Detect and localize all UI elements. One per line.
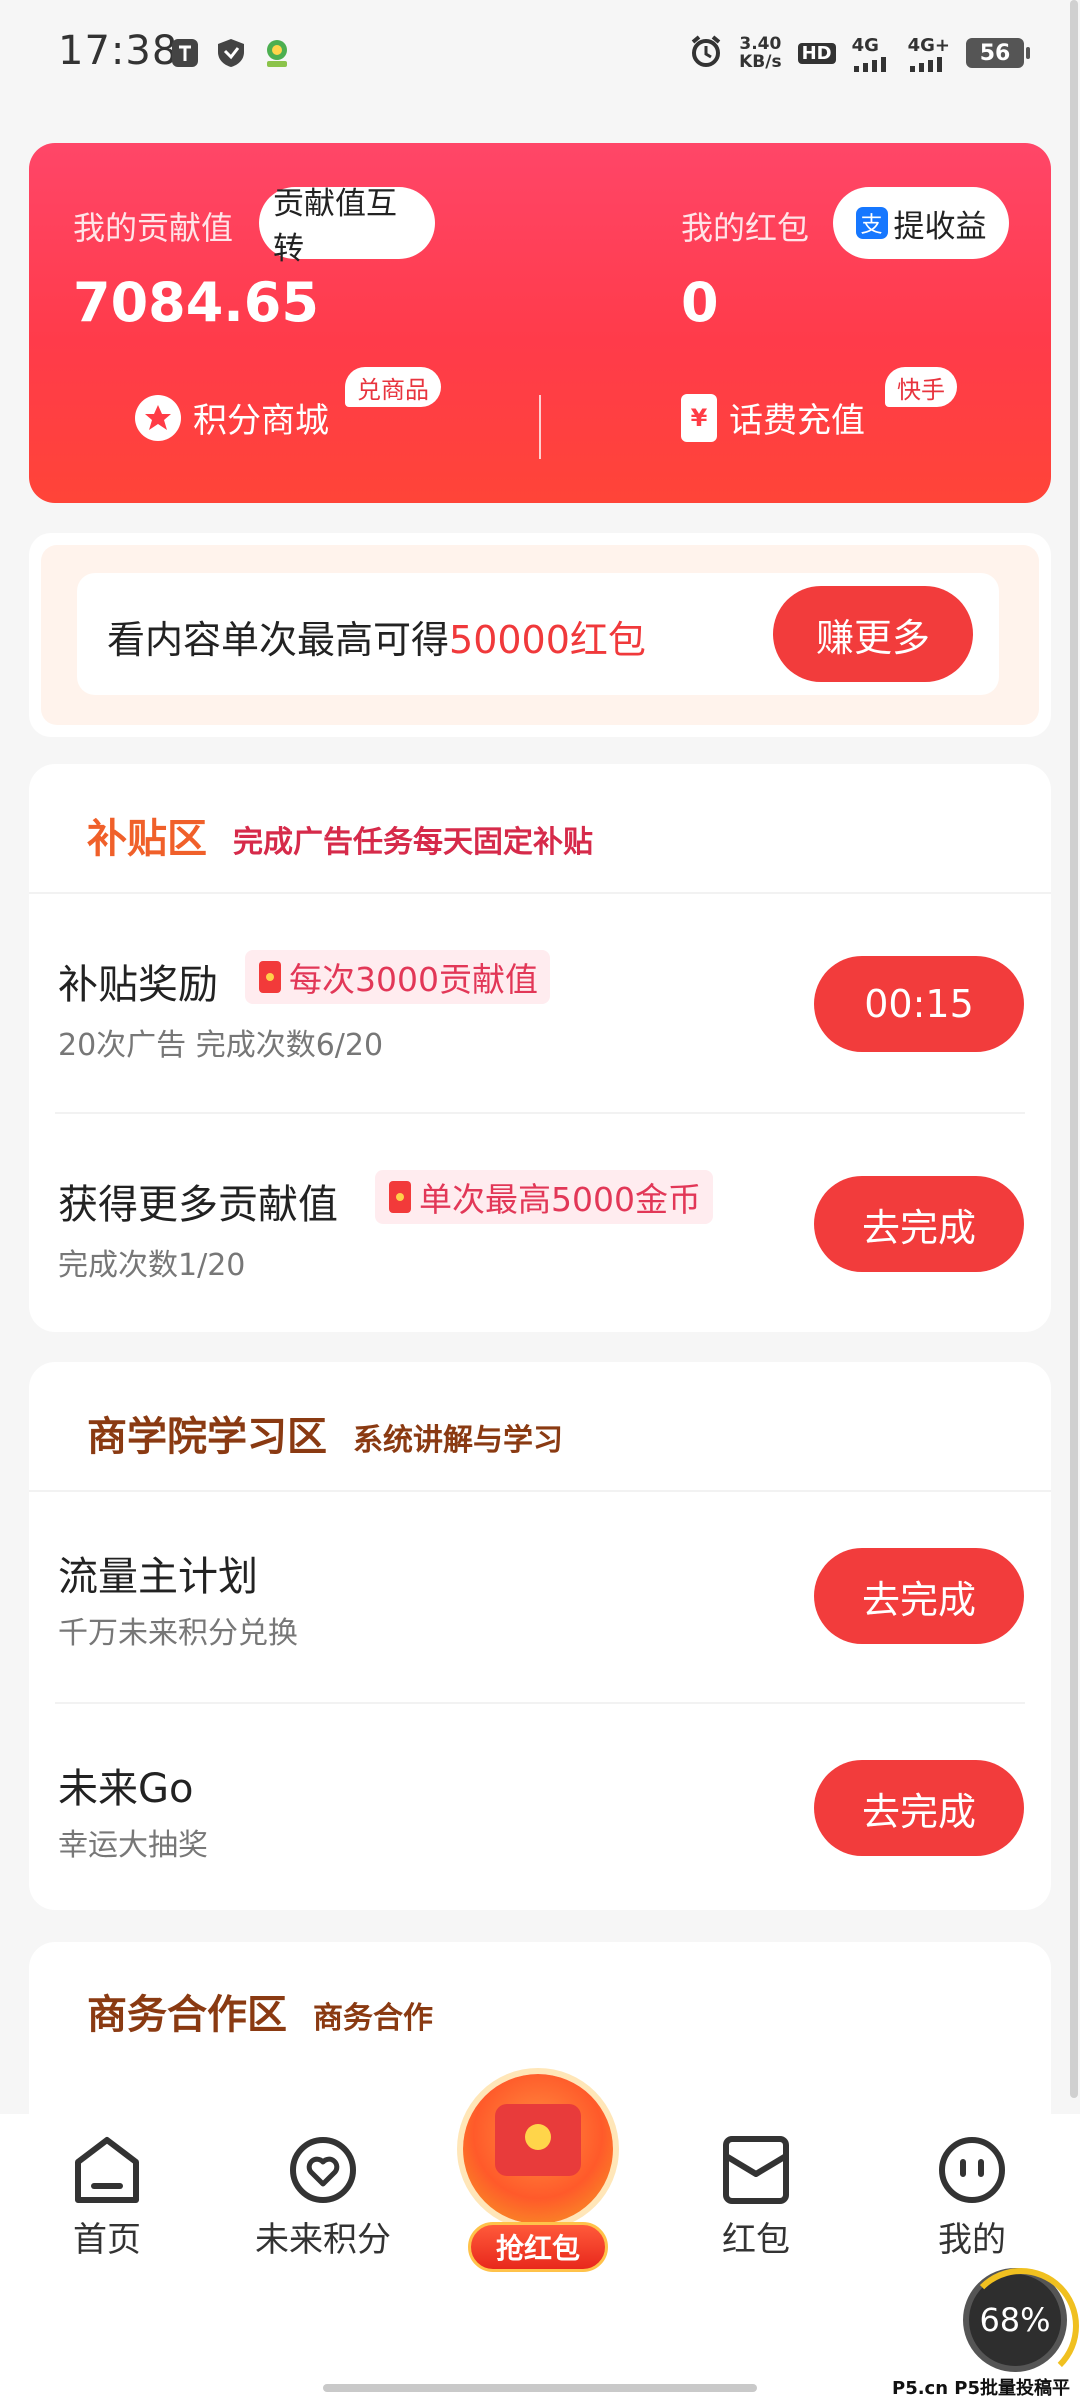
academy-section: 商学院学习区 系统讲解与学习 流量主计划 千万未来积分兑换 去完成 未来Go 幸… <box>29 1362 1051 1910</box>
net-speed-value: 3.40 <box>739 34 782 54</box>
heart-circle-icon <box>290 2137 356 2203</box>
home-indicator[interactable] <box>323 2384 757 2392</box>
points-mall-label: 积分商城 <box>193 401 329 441</box>
business-header: 商务合作区 商务合作 <box>87 1982 433 2040</box>
battery-icon: 56 <box>966 38 1030 68</box>
home-icon <box>75 2137 139 2203</box>
nav-home[interactable]: 首页 <box>7 2134 207 2261</box>
task-desc: 20次广告 完成次数6/20 <box>58 1028 384 1063</box>
status-time: 17:38 <box>58 28 179 74</box>
divider <box>29 1490 1051 1492</box>
promo-banner: 看内容单次最高可得50000红包 赚更多 <box>29 533 1051 737</box>
nav-redpacket-label: 红包 <box>722 2220 790 2260</box>
earn-more-button[interactable]: 赚更多 <box>773 586 973 682</box>
promo-inner: 看内容单次最高可得50000红包 赚更多 <box>77 573 999 695</box>
watermark: P5.cn P5批量投稿平台 <box>888 2374 1080 2400</box>
nav-mine[interactable]: 我的 <box>872 2134 1072 2261</box>
contribution-label: 我的贡献值 <box>73 209 234 247</box>
promo-text-highlight: 50000红包 <box>449 618 646 662</box>
envelope-icon <box>723 2136 789 2204</box>
red-envelope-icon <box>389 1181 411 1213</box>
vpn-shield-icon <box>168 36 202 70</box>
withdraw-label: 提收益 <box>893 208 987 245</box>
task-title: 补贴奖励 <box>58 962 218 1008</box>
sim2-type: 4G+ <box>907 34 950 56</box>
red-envelope-icon <box>259 961 281 993</box>
scrollbar[interactable] <box>1070 0 1078 2098</box>
account-card: 我的贡献值 贡献值互转 7084.65 我的红包 支 提收益 0 积分商城 兑商… <box>29 143 1051 503</box>
withdraw-button[interactable]: 支 提收益 <box>833 187 1009 259</box>
recharge-badge: 快手 <box>885 367 957 407</box>
grab-redpacket-button[interactable] <box>463 2074 613 2224</box>
nav-future-points[interactable]: 未来积分 <box>223 2134 423 2261</box>
sim1-type: 4G <box>851 34 879 56</box>
nav-home-label: 首页 <box>73 2220 141 2260</box>
task-desc: 千万未来积分兑换 <box>58 1616 298 1651</box>
go-complete-button[interactable]: 去完成 <box>814 1176 1024 1272</box>
divider <box>55 1702 1025 1704</box>
task-title: 流量主计划 <box>58 1554 258 1600</box>
nav-future-points-label: 未来积分 <box>255 2220 391 2260</box>
net-speed: 3.40 KB/s <box>739 35 781 71</box>
mall-badge: 兑商品 <box>345 367 441 407</box>
subsidy-title: 补贴区 <box>87 816 207 862</box>
subsidy-subtitle: 完成广告任务每天固定补贴 <box>233 825 593 860</box>
grab-redpacket-label[interactable]: 抢红包 <box>468 2222 608 2272</box>
task-desc: 完成次数1/20 <box>58 1248 246 1283</box>
divider <box>29 892 1051 894</box>
contribution-value: 7084.65 <box>73 271 319 334</box>
star-icon <box>135 394 181 441</box>
reward-tag: 单次最高5000金币 <box>375 1170 713 1224</box>
reward-tag: 每次3000贡献值 <box>245 950 550 1004</box>
promo-text-prefix: 看内容单次最高可得 <box>107 618 450 662</box>
progress-indicator: 68% <box>963 2268 1079 2384</box>
go-complete-button[interactable]: 去完成 <box>814 1760 1024 1856</box>
go-complete-button[interactable]: 去完成 <box>814 1548 1024 1644</box>
business-title: 商务合作区 <box>87 1992 287 2038</box>
divider <box>55 1112 1025 1114</box>
contribution-transfer-button[interactable]: 贡献值互转 <box>259 186 435 267</box>
bottom-nav: 首页 未来积分 抢红包 红包 我的 <box>0 2074 1080 2400</box>
business-subtitle: 商务合作 <box>313 2001 433 2036</box>
nav-redpacket[interactable]: 红包 <box>656 2134 856 2261</box>
reward-tag-text: 每次3000贡献值 <box>289 960 538 999</box>
status-right-group: 3.40 KB/s HD 4G 4G+ 56 <box>689 28 1030 78</box>
subsidy-section: 补贴区 完成广告任务每天固定补贴 补贴奖励 每次3000贡献值 20次广告 完成… <box>29 764 1051 1332</box>
academy-header: 商学院学习区 系统讲解与学习 <box>87 1404 563 1462</box>
redpacket-label: 我的红包 <box>681 209 810 247</box>
signal-sim2: 4G+ <box>908 35 950 72</box>
task-desc: 幸运大抽奖 <box>58 1828 208 1863</box>
alarm-icon <box>689 34 723 72</box>
task-title: 未来Go <box>58 1766 194 1812</box>
nav-mine-label: 我的 <box>938 2220 1006 2260</box>
profile-face-icon <box>939 2137 1005 2203</box>
security-shield-icon <box>214 36 248 70</box>
alipay-icon: 支 <box>855 207 888 239</box>
divider <box>539 395 541 459</box>
net-speed-unit: KB/s <box>739 52 782 72</box>
task-title: 获得更多贡献值 <box>58 1182 338 1228</box>
hd-icon: HD <box>797 42 836 64</box>
reward-tag-text: 单次最高5000金币 <box>419 1180 701 1219</box>
points-mall-link[interactable]: 积分商城 <box>135 393 329 442</box>
subsidy-header: 补贴区 完成广告任务每天固定补贴 <box>87 806 593 864</box>
phone-recharge-icon: ¥ <box>681 393 717 442</box>
phone-recharge-link[interactable]: ¥ 话费充值 <box>681 393 865 442</box>
status-bar: 17:38 3.40 KB/s HD 4G 4G+ 56 <box>0 0 1080 100</box>
app-notification-icon <box>260 36 294 70</box>
academy-subtitle: 系统讲解与学习 <box>353 1423 563 1458</box>
redpacket-value: 0 <box>681 271 719 334</box>
academy-title: 商学院学习区 <box>87 1414 327 1460</box>
signal-sim1: 4G <box>852 35 892 72</box>
countdown-button[interactable]: 00:15 <box>814 956 1024 1052</box>
promo-text: 看内容单次最高可得50000红包 <box>107 609 646 664</box>
red-envelope-icon <box>495 2104 581 2176</box>
phone-recharge-label: 话费充值 <box>729 401 865 441</box>
